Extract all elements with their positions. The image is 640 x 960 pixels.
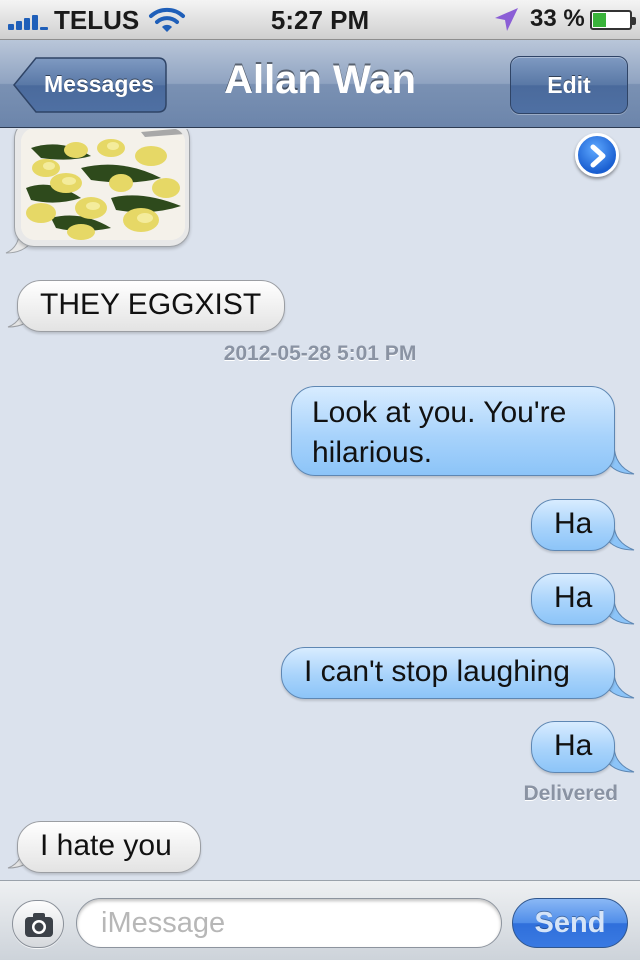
message-bubble-incoming[interactable]: THEY EGGXIST (17, 280, 285, 332)
message-list[interactable]: THEY EGGXIST 2012-05-28 5:01 PM Look at … (0, 129, 640, 880)
camera-icon (25, 913, 53, 937)
message-text: Ha (554, 729, 593, 762)
compose-bar: Send (0, 880, 640, 960)
message-text: I hate you (40, 829, 172, 862)
message-text: THEY EGGXIST (40, 288, 262, 321)
battery-icon (590, 10, 636, 30)
message-timestamp: 2012-05-28 5:01 PM (223, 342, 417, 365)
location-arrow-icon (495, 8, 518, 31)
battery-percent: 33 % (530, 5, 585, 32)
message-bubble-outgoing[interactable]: Ha (531, 573, 615, 625)
message-text: Look at you. You're hilarious. (312, 396, 567, 469)
send-button[interactable]: Send (512, 898, 628, 948)
message-bubble-outgoing[interactable]: Look at you. You're hilarious. (291, 386, 615, 476)
scrambled-eggs-photo[interactable] (21, 129, 185, 240)
camera-button[interactable] (12, 900, 64, 948)
status-bar: TELUS 5:27 PM 33 % (0, 0, 640, 40)
forward-arrow-icon[interactable] (575, 133, 619, 177)
message-bubble-incoming[interactable]: I hate you (17, 821, 201, 873)
photo-message[interactable] (14, 129, 190, 247)
message-bubble-outgoing[interactable]: I can't stop laughing (281, 647, 615, 699)
message-text: Ha (554, 507, 593, 540)
navigation-bar: Messages Allan Wan Edit (0, 40, 640, 128)
message-bubble-outgoing[interactable]: Ha (531, 499, 615, 551)
message-text: Ha (554, 581, 593, 614)
imessage-input[interactable] (76, 898, 502, 948)
message-text: I can't stop laughing (304, 655, 570, 688)
battery-fill (593, 13, 606, 27)
edit-button[interactable]: Edit (510, 56, 628, 114)
delivered-status: Delivered (523, 782, 618, 805)
message-bubble-outgoing[interactable]: Ha (531, 721, 615, 773)
